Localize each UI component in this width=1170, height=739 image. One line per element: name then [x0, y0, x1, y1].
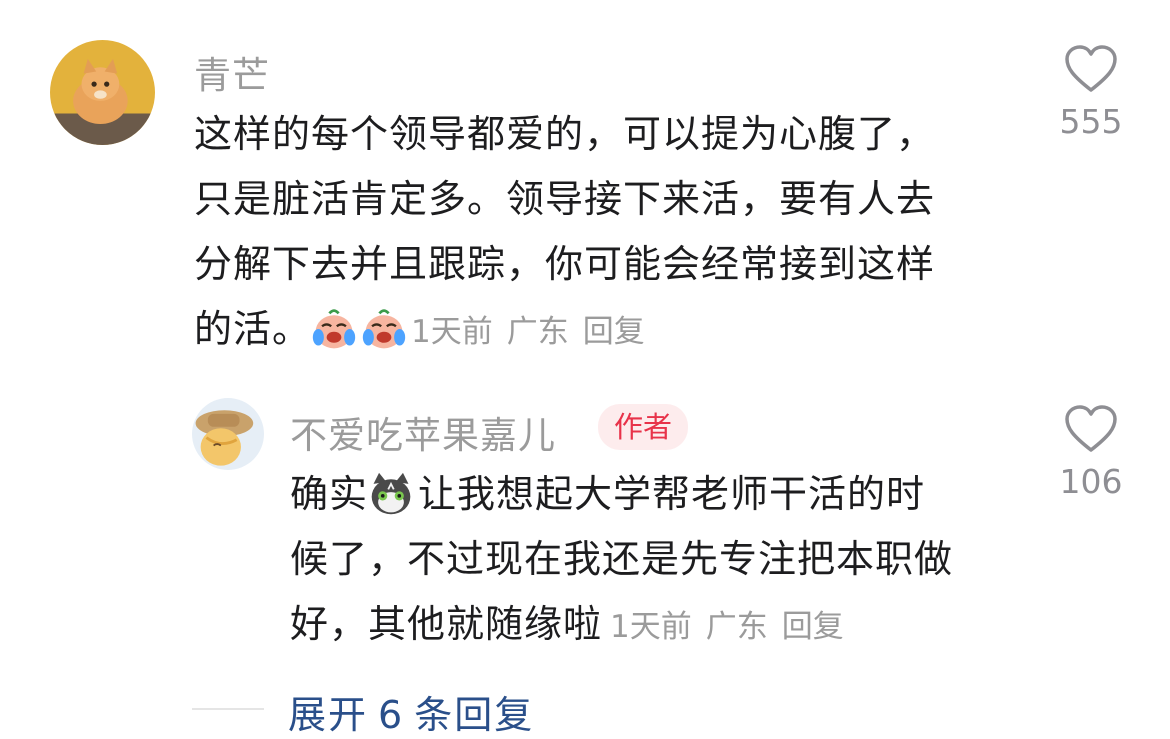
like-count: 106: [1059, 462, 1123, 501]
cat-emoji: [368, 471, 414, 517]
reply-button[interactable]: 回复: [583, 314, 645, 350]
comment-line: 确实 让我想起大学帮老师干活的时: [290, 471, 926, 517]
comment-line: 这样的每个领导都爱的，可以提为心腹了，: [194, 112, 936, 156]
comment-text: 确实 让我想起大学帮老师干活的时 候了，不过现在我还是先专注把本职做 好，其他就…: [290, 462, 1020, 660]
heart-icon: [1065, 405, 1117, 452]
avatar[interactable]: [192, 398, 264, 470]
like-count: 555: [1059, 102, 1123, 141]
comment-line: 候了，不过现在我还是先专注把本职做: [290, 537, 954, 581]
comment-line: 好，其他就随缘啦 1天前 广东 回复: [290, 592, 1020, 660]
crying-laughing-peach-emoji: [361, 306, 407, 352]
crying-laughing-peach-emoji: [311, 306, 357, 352]
comment-meta: 1天前 广东 回复: [411, 314, 659, 350]
comment-username[interactable]: 不爱吃苹果嘉儿: [290, 405, 556, 459]
comment-username[interactable]: 青芒: [194, 45, 270, 99]
comment-line: 只是脏活肯定多。领导接下来活，要有人去: [194, 177, 936, 221]
heart-icon: [1065, 45, 1117, 92]
like-button[interactable]: 106: [1036, 404, 1146, 501]
timestamp: 1天前: [411, 314, 493, 350]
reply-button[interactable]: 回复: [782, 609, 844, 645]
timestamp: 1天前: [610, 609, 692, 645]
comment-line: 的活。 1天前 广东 回复: [194, 297, 1014, 365]
like-button[interactable]: 555: [1036, 44, 1146, 141]
location: 广东: [705, 609, 768, 645]
expand-replies-button[interactable]: 展开 6 条回复: [288, 684, 534, 739]
avatar[interactable]: [50, 40, 155, 145]
comment-line: 分解下去并且跟踪，你可能会经常接到这样: [194, 242, 936, 286]
divider: [192, 708, 264, 710]
comment-meta: 1天前 广东 回复: [610, 609, 858, 645]
location: 广东: [506, 314, 569, 350]
comment-text: 这样的每个领导都爱的，可以提为心腹了， 只是脏活肯定多。领导接下来活，要有人去 …: [194, 102, 1014, 365]
author-badge: 作者: [598, 404, 689, 450]
